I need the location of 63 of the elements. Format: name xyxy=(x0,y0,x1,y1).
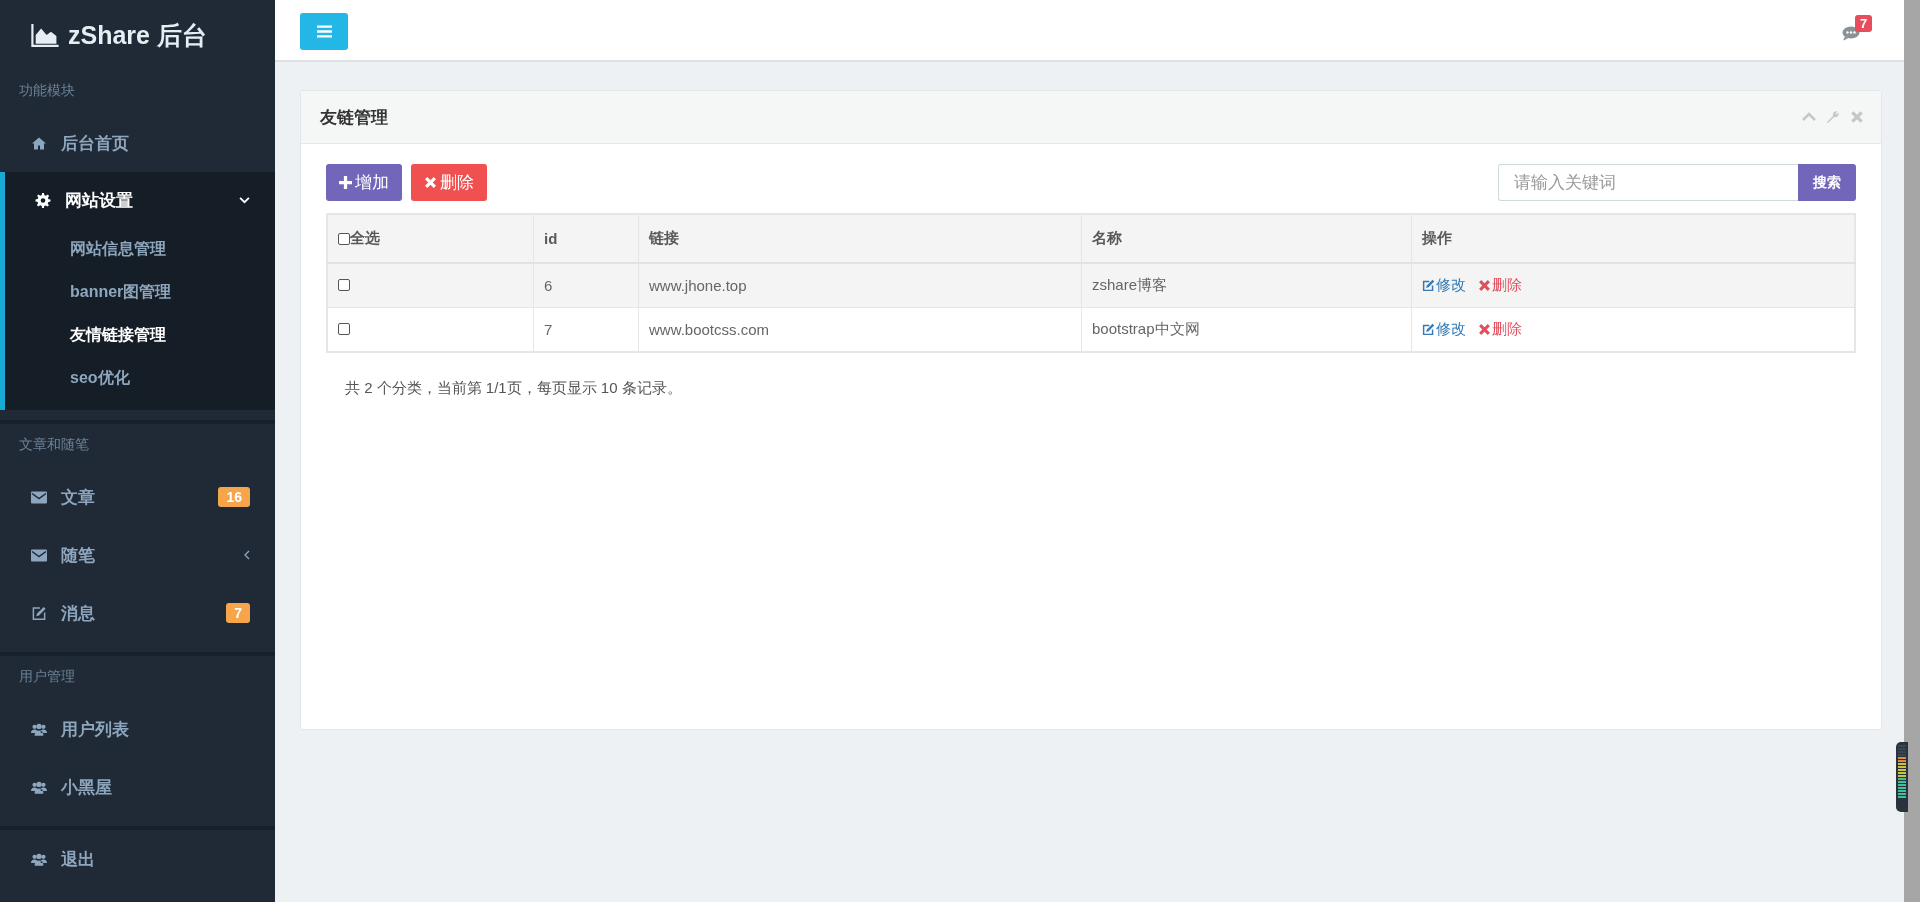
edit-link[interactable]: 修改 xyxy=(1422,276,1466,295)
section-label: 文章和随笔 xyxy=(18,435,90,454)
table-cell: 6 xyxy=(533,263,639,308)
close-icon[interactable] xyxy=(1850,110,1864,124)
submenu-item[interactable]: 友情链接管理 xyxy=(5,314,275,357)
column-header: 名称 xyxy=(1081,214,1412,263)
add-button[interactable]: 增加 xyxy=(326,164,402,201)
column-header: id xyxy=(533,214,639,263)
sidebar-item[interactable]: 网站设置 xyxy=(5,172,275,228)
sidebar-item[interactable]: 文章 16 xyxy=(0,468,275,526)
plus-icon xyxy=(339,176,352,189)
sidebar-item[interactable]: 小黑屋 xyxy=(0,758,275,816)
checkbox[interactable] xyxy=(338,323,350,335)
settings-icon xyxy=(35,192,51,208)
sidebar-item[interactable]: 后台首页 xyxy=(0,114,275,172)
column-header: 链接 xyxy=(638,214,1082,263)
level-meter-widget-drawing xyxy=(1896,742,1908,812)
section-label: 用户管理 xyxy=(18,667,76,686)
notification-badge: 7 xyxy=(1855,15,1873,32)
users-icon xyxy=(31,779,47,795)
count-badge: 16 xyxy=(218,487,250,507)
edit-icon xyxy=(1422,279,1435,292)
logo-text[interactable]: zShare 后台 xyxy=(68,18,207,52)
count-badge: 7 xyxy=(226,603,250,623)
select-all-label: 全选 xyxy=(350,229,380,248)
delete-button[interactable]: 删除 xyxy=(411,164,487,201)
delete-link[interactable]: 删除 xyxy=(1478,320,1522,339)
submenu-item[interactable]: seo优化 xyxy=(5,357,275,400)
submenu-item[interactable]: banner图管理 xyxy=(5,271,275,314)
sidebar-item[interactable]: 消息 7 xyxy=(0,584,275,642)
home-icon xyxy=(31,135,47,151)
checkbox[interactable] xyxy=(338,279,350,291)
sidebar-item[interactable]: 退出 xyxy=(0,830,275,888)
users-icon xyxy=(31,721,47,737)
area-chart-icon xyxy=(31,23,60,47)
x-icon xyxy=(424,176,437,189)
search-field[interactable]: 请输入关键词 xyxy=(1498,164,1798,201)
menu-icon xyxy=(316,24,332,38)
pagination-info: 共 2 个分类，当前第 1/1页，每页显示 10 条记录。 xyxy=(345,379,683,398)
delete-link[interactable]: 删除 xyxy=(1478,276,1522,295)
envelope-icon xyxy=(31,547,47,563)
column-header: 操作 xyxy=(1411,214,1855,263)
scrollbar[interactable] xyxy=(1904,0,1920,902)
envelope-icon xyxy=(31,489,47,505)
x-icon xyxy=(1478,279,1491,292)
submenu-item[interactable]: 网站信息管理 xyxy=(5,228,275,271)
checkbox[interactable] xyxy=(338,232,350,245)
table-cell: www.jhone.top xyxy=(638,263,1082,308)
wrench-icon[interactable] xyxy=(1826,110,1840,124)
sidebar-item[interactable]: 随笔 xyxy=(0,526,275,584)
x-icon xyxy=(1478,323,1491,336)
menu-button[interactable] xyxy=(300,12,348,50)
search-button[interactable]: 搜索 xyxy=(1798,164,1856,201)
sidebar-item[interactable]: 用户列表 xyxy=(0,700,275,758)
users-icon xyxy=(31,851,47,867)
section-label: 功能模块 xyxy=(18,81,76,100)
panel-title: 友链管理 xyxy=(320,106,388,129)
edit-icon xyxy=(31,605,47,621)
chevron-down-icon xyxy=(239,196,250,204)
table-cell: zshare博客 xyxy=(1081,263,1412,308)
chevron-left-icon xyxy=(244,550,250,560)
edit-link[interactable]: 修改 xyxy=(1422,320,1466,339)
edit-icon xyxy=(1422,323,1435,336)
